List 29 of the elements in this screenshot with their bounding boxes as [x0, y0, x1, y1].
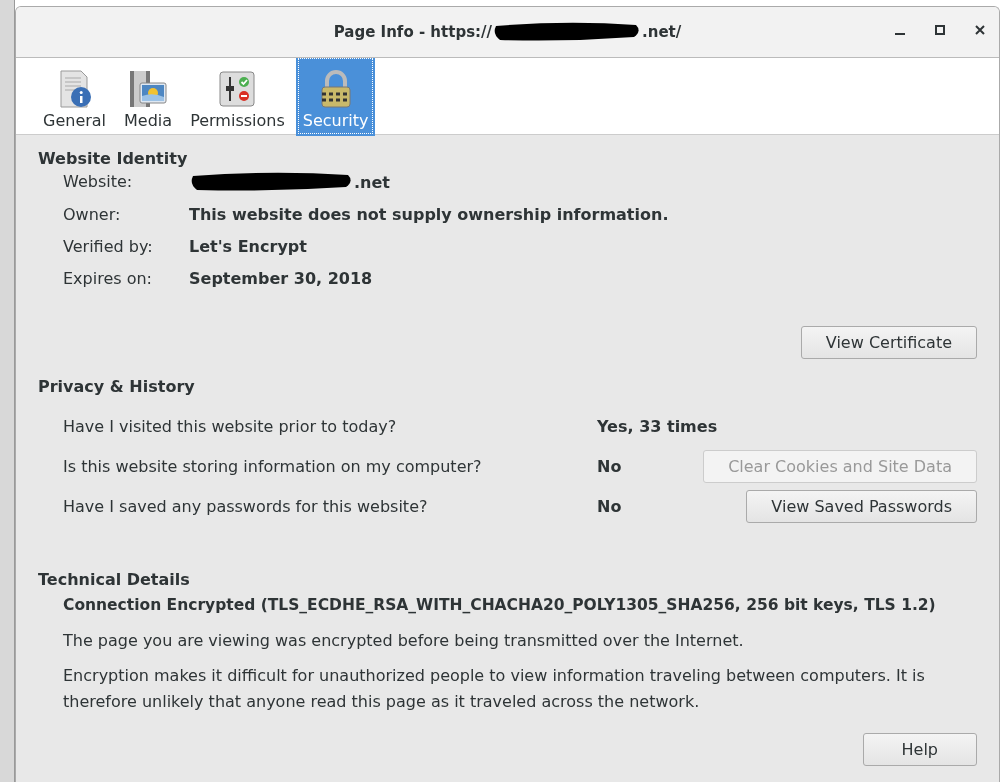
field-label: Expires on:: [63, 269, 153, 288]
field-value: September 30, 2018: [189, 269, 373, 288]
question-text: Have I visited this website prior to today?: [63, 416, 398, 436]
sliders-icon: [217, 69, 258, 109]
view-certificate-button[interactable]: View Certificate: [800, 326, 977, 359]
field-label: Website:: [63, 172, 134, 192]
window-title: .net/: [642, 23, 682, 41]
section-heading: Privacy & History: [38, 377, 196, 396]
section-heading: Website Identity: [38, 149, 189, 168]
answer-text: Yes, 33 times: [597, 416, 719, 436]
tab[interactable]: Media: [119, 58, 178, 134]
field-label: Owner:: [63, 205, 122, 224]
tab[interactable]: Permissions: [185, 58, 290, 134]
section-heading: Technical Details: [38, 570, 191, 589]
tab[interactable]: General: [38, 58, 112, 134]
field-value: .net: [354, 172, 390, 192]
question-text: Is this website storing information on my computer?: [63, 456, 483, 476]
window-title: Page Info - https://: [333, 23, 492, 41]
answer-text: No: [597, 496, 623, 516]
field-label: Verified by:: [63, 237, 154, 256]
action-button[interactable]: View Saved Passwords: [746, 489, 977, 523]
field-value: This website does not supply ownership information.: [189, 205, 669, 224]
question-text: Have I saved any passwords for this website?: [63, 496, 429, 516]
description-text: The page you are viewing was encrypted before being transmitted over the Internet.: [63, 629, 745, 652]
connection-summary: Connection Encrypted (TLS_ECDHE_RSA_WITH_CHACHA20_POLY1305_SHA256, 256 bit keys, TLS 1.2): [63, 595, 937, 616]
description-text: Encryption makes it difficult for unauthorized people to view information traveling between computers. It is therefore unlikely that anyone read this page as it traveled across the network.: [63, 665, 926, 713]
field-value: Let's Encrypt: [189, 237, 307, 256]
help-button[interactable]: Help: [862, 732, 977, 766]
answer-text: No: [597, 456, 623, 476]
